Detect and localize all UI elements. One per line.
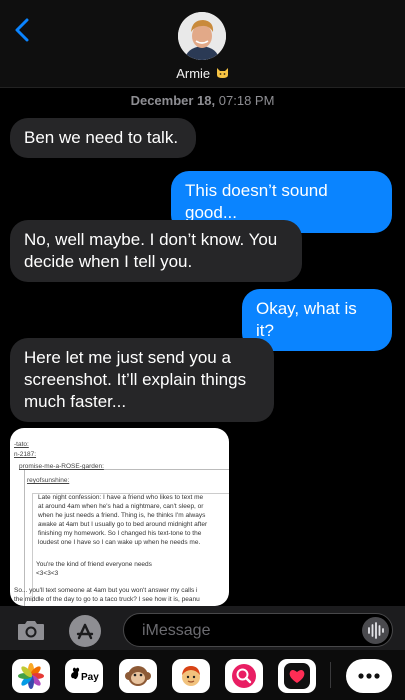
- image-search-icon[interactable]: [225, 659, 263, 693]
- conversation-header: Armie: [0, 0, 405, 88]
- incoming-message-bubble[interactable]: Here let me just send you a screenshot. …: [10, 338, 274, 422]
- message-composer: iMessage: [0, 606, 405, 650]
- attachment-line: You're the kind of friend everyone needs: [36, 561, 152, 568]
- message-input[interactable]: iMessage: [123, 613, 393, 647]
- incoming-message-bubble[interactable]: No, well maybe. I don’t know. You decide…: [10, 220, 302, 282]
- apple-pay-label: Pay: [81, 672, 99, 683]
- memoji-icon[interactable]: [172, 659, 210, 693]
- cat-emoji-icon: [216, 67, 229, 79]
- timestamp-date: December 18,: [130, 93, 216, 108]
- apple-pay-icon[interactable]: Pay: [65, 659, 103, 693]
- attachment-line: <3<3<3: [36, 570, 59, 577]
- attachment-line: reyofsunshine:: [27, 477, 70, 484]
- audio-waveform-icon[interactable]: [362, 617, 389, 644]
- digital-touch-icon[interactable]: [278, 659, 316, 693]
- attachment-line: finishing my homework. So I changed his …: [38, 530, 202, 537]
- attachment-line: awake at 4am but I usually go to bed aro…: [38, 521, 208, 528]
- attachment-line: n-2187:: [14, 451, 37, 458]
- app-drawer-divider: [330, 662, 331, 688]
- attachment-line: So... you'll text someone at 4am but you…: [14, 587, 198, 594]
- back-chevron-icon[interactable]: [10, 14, 34, 46]
- attachment-line: the middle of the day to go to a taco tr…: [14, 596, 200, 603]
- attachment-line: Late night confession: I have a friend w…: [38, 494, 204, 501]
- more-apps-icon[interactable]: [346, 659, 392, 693]
- attachment-line: at around 4am when he's had a nightmare,…: [38, 503, 204, 510]
- message-timestamp: December 18, 07:18 PM: [0, 93, 405, 108]
- attachment-line: -tato:: [14, 441, 29, 448]
- message-input-placeholder: iMessage: [142, 622, 211, 639]
- attachment-line: promise-me-a-ROSE-garden:: [19, 463, 104, 470]
- contact-avatar[interactable]: [178, 12, 226, 60]
- camera-icon[interactable]: [16, 618, 46, 642]
- timestamp-time: 07:18 PM: [218, 93, 275, 108]
- memoji-monkey-icon[interactable]: [119, 659, 157, 693]
- incoming-message-bubble[interactable]: Ben we need to talk.: [10, 118, 196, 158]
- contact-name: Armie: [176, 66, 211, 81]
- app-store-icon[interactable]: [68, 614, 102, 648]
- attachment-line: when he just needs a friend. Thing is, h…: [38, 512, 206, 519]
- photos-app-icon[interactable]: [12, 659, 50, 693]
- attachment-line: loudest one I have so I can wake up when…: [38, 539, 201, 546]
- screenshot-attachment[interactable]: -tato: n-2187: promise-me-a-ROSE-garden:…: [10, 428, 229, 606]
- contact-name-row[interactable]: Armie: [0, 66, 405, 81]
- app-drawer: Pay: [0, 650, 405, 700]
